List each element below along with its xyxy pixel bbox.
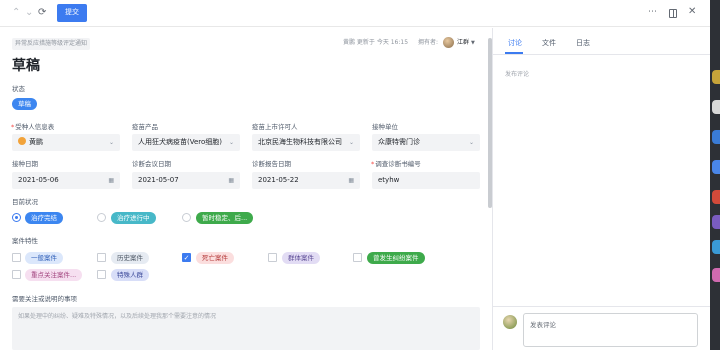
trait-dispute[interactable]: 曾发生纠纷案件: [367, 252, 425, 264]
desktop-icon: [712, 100, 720, 114]
trait-death[interactable]: 死亡案件: [196, 252, 234, 264]
panel-toggle-icon[interactable]: [669, 9, 677, 18]
meeting-date-value: 2021-05-07: [138, 176, 179, 184]
owner-label: 拥有者:: [418, 39, 439, 46]
unit-value: 众康特需门诊: [378, 138, 420, 146]
vacc-date-input[interactable]: 2021-05-06 ▦: [12, 172, 120, 189]
record-form: 异常反应措施等级评定通知 黄鹏 更新于 今天 16:15 拥有者: 江群 ▼ 草…: [0, 28, 488, 350]
unit-label: 接种单位: [372, 123, 398, 131]
trait-checkbox-group[interactable]: [268, 253, 277, 262]
status-label: 状态: [12, 85, 25, 93]
licensee-label: 疫苗上市许可人: [252, 123, 298, 131]
status-option-in-progress[interactable]: 治疗进行中: [111, 212, 156, 224]
trait-checkbox-dispute[interactable]: [353, 253, 362, 262]
status-option-completed[interactable]: 治疗完结: [25, 212, 63, 224]
vaccine-label: 疫苗产品: [132, 123, 158, 131]
vacc-date-label: 接种日期: [12, 160, 38, 168]
composer-divider: [493, 306, 710, 307]
vaccine-select[interactable]: 人用狂犬病疫苗(Vero细胞) ⌄: [132, 134, 240, 151]
status-radio-stable[interactable]: [182, 213, 191, 222]
owner-name[interactable]: 江群: [457, 38, 469, 48]
status-radio-completed[interactable]: [12, 213, 21, 222]
report-date-label: 诊断报告日期: [252, 160, 291, 168]
licensee-value: 北京民海生物科技有限公司: [258, 138, 342, 146]
page-title: 草稿: [12, 58, 40, 74]
diag-no-value: etyhw: [378, 176, 400, 184]
app-window: ⌃ ⌄ ⟳ 提交 ⋯ ✕ 异常反应措施等级评定通知 黄鹏 更新于 今天 16:1…: [0, 0, 710, 350]
panel-divider: [492, 28, 493, 350]
status-badge[interactable]: 草稿: [12, 98, 37, 110]
report-date-value: 2021-05-22: [258, 176, 299, 184]
calendar-icon: ▦: [348, 177, 354, 184]
user-avatar-icon: [18, 137, 26, 145]
more-icon[interactable]: ⋯: [648, 5, 657, 19]
trait-checkbox-focus[interactable]: [12, 270, 21, 279]
desktop-icon: [712, 70, 720, 84]
trait-checkbox-special[interactable]: [97, 270, 106, 279]
recipient-field[interactable]: 黄鹏 ⌄: [12, 134, 120, 151]
notes-label: 需要关注或说明的事项: [12, 295, 77, 303]
trait-focus[interactable]: 重点关注案件...: [25, 269, 83, 281]
trait-general[interactable]: 一般案件: [25, 252, 63, 264]
refresh-icon[interactable]: ⟳: [38, 6, 46, 20]
tabs-divider: [493, 54, 710, 55]
owner-avatar[interactable]: [443, 37, 454, 48]
notes-textarea[interactable]: 如果处理中的纠纷、疑难及特殊情况，以及后续处理我那个需要注意的情况: [12, 307, 480, 350]
case-traits-label: 案件特性: [12, 237, 38, 245]
desktop-icon: [712, 215, 720, 229]
calendar-icon: ▦: [108, 177, 114, 184]
vaccine-value: 人用狂犬病疫苗(Vero细胞): [138, 138, 223, 146]
tab-discussion[interactable]: 讨论: [508, 38, 522, 48]
comment-input[interactable]: 发表评论: [523, 313, 698, 347]
unit-select[interactable]: 众康特需门诊 ⌄: [372, 134, 480, 151]
chevron-down-icon[interactable]: ⌄: [25, 6, 33, 20]
licensee-select[interactable]: 北京民海生物科技有限公司 ⌄: [252, 134, 360, 151]
recipient-value: 黄鹏: [29, 138, 43, 146]
trait-checkbox-death[interactable]: ✓: [182, 253, 191, 262]
close-icon[interactable]: ✕: [688, 5, 696, 19]
submit-button[interactable]: 提交: [57, 4, 87, 22]
trait-checkbox-general[interactable]: [12, 253, 21, 262]
meeting-date-label: 诊断会议日期: [132, 160, 171, 168]
status-radio-in-progress[interactable]: [97, 213, 106, 222]
desktop-icon: [712, 240, 720, 254]
status-option-stable[interactable]: 暂时稳定、后...: [196, 212, 254, 224]
diag-no-input[interactable]: etyhw: [372, 172, 480, 189]
diag-no-label: 调查诊断书编号: [371, 159, 421, 169]
chevron-down-icon: ⌄: [468, 139, 474, 146]
desktop-edge: [710, 0, 720, 350]
chevron-down-icon: ⌄: [348, 139, 354, 146]
breadcrumb[interactable]: 异常反应措施等级评定通知: [12, 38, 91, 50]
calendar-icon: ▦: [228, 177, 234, 184]
trait-checkbox-history[interactable]: [97, 253, 106, 262]
toolbar: ⌃ ⌄ ⟳ 提交 ⋯ ✕: [0, 0, 710, 27]
current-status-label: 目前状况: [12, 198, 38, 206]
recipient-label: 受种人信息表: [11, 122, 54, 132]
report-date-input[interactable]: 2021-05-22 ▦: [252, 172, 360, 189]
trait-history[interactable]: 历史案件: [111, 252, 149, 264]
update-meta: 黄鹏 更新于 今天 16:15: [343, 39, 409, 46]
desktop-icon: [712, 160, 720, 174]
tab-files[interactable]: 文件: [542, 38, 556, 48]
chevron-down-icon: ⌄: [228, 139, 234, 146]
chevron-up-icon[interactable]: ⌃: [12, 6, 20, 20]
comment-hint: 发布评论: [505, 71, 530, 78]
chevron-down-icon: ⌄: [108, 139, 114, 146]
trait-special[interactable]: 特殊人群: [111, 269, 149, 281]
meeting-date-input[interactable]: 2021-05-07 ▦: [132, 172, 240, 189]
desktop-icon: [712, 268, 720, 282]
desktop-icon: [712, 190, 720, 204]
caret-down-icon[interactable]: ▼: [471, 38, 475, 48]
trait-group[interactable]: 群体案件: [282, 252, 320, 264]
tab-log[interactable]: 日志: [576, 38, 590, 48]
desktop-icon: [712, 130, 720, 144]
vacc-date-value: 2021-05-06: [18, 176, 59, 184]
current-user-avatar: [503, 315, 517, 329]
